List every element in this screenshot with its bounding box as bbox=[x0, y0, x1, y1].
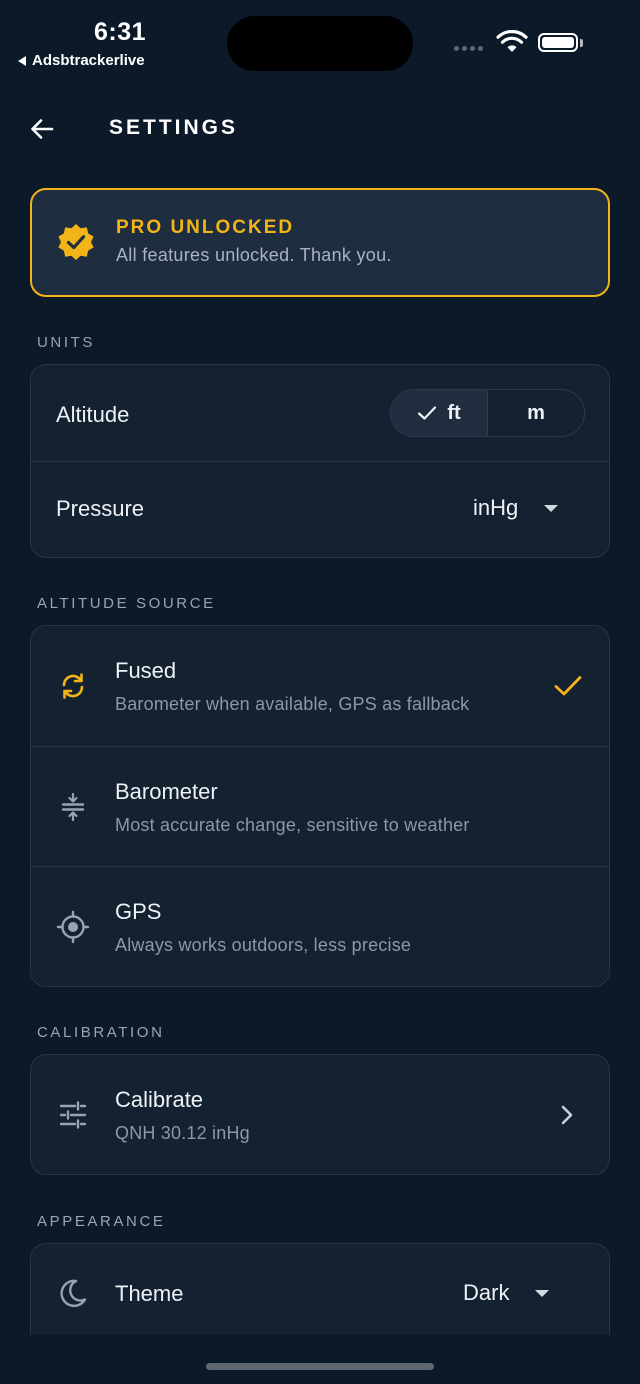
caret-down-icon bbox=[535, 1289, 550, 1297]
fused-title: Fused bbox=[115, 658, 177, 683]
m-label: m bbox=[527, 401, 545, 424]
barometer-subtitle: Most accurate change, sensitive to weath… bbox=[115, 815, 470, 835]
pressure-value: inHg bbox=[473, 495, 519, 520]
pressure-dropdown[interactable]: inHg bbox=[473, 495, 559, 521]
theme-dropdown[interactable]: Dark bbox=[463, 1280, 550, 1306]
back-app-label: Adsbtrackerlive bbox=[32, 52, 145, 69]
source-option-barometer[interactable]: Barometer Most accurate change, sensitiv… bbox=[31, 747, 609, 867]
back-triangle-icon bbox=[18, 55, 26, 66]
verified-badge-icon bbox=[58, 224, 94, 260]
altitude-label: Altitude bbox=[56, 402, 130, 427]
gps-target-icon bbox=[56, 910, 90, 944]
calibration-card: Calibrate QNH 30.12 inHg bbox=[30, 1054, 610, 1175]
section-appearance: APPEARANCE bbox=[37, 1213, 166, 1230]
back-to-app-link[interactable]: Adsbtrackerlive bbox=[18, 52, 145, 69]
battery-cap bbox=[580, 39, 583, 47]
units-card: Altitude ft m Pressure inHg bbox=[30, 364, 610, 558]
pro-title: PRO UNLOCKED bbox=[116, 217, 295, 238]
check-icon bbox=[418, 406, 437, 420]
theme-label: Theme bbox=[115, 1281, 184, 1306]
pro-unlocked-card bbox=[30, 188, 610, 297]
chevron-right-icon bbox=[561, 1105, 573, 1125]
sync-icon bbox=[62, 673, 84, 699]
pressure-row[interactable]: Pressure inHg bbox=[31, 462, 609, 557]
altitude-unit-toggle[interactable]: ft m bbox=[390, 389, 585, 437]
altitude-unit-ft[interactable]: ft bbox=[391, 390, 488, 436]
moon-icon bbox=[60, 1279, 87, 1308]
theme-value: Dark bbox=[463, 1280, 510, 1305]
section-calibration: CALIBRATION bbox=[37, 1024, 165, 1041]
calibrate-title: Calibrate bbox=[115, 1087, 204, 1112]
altitude-source-card: Fused Barometer when available, GPS as f… bbox=[30, 625, 610, 987]
calibrate-row[interactable]: Calibrate QNH 30.12 inHg bbox=[31, 1055, 609, 1174]
dynamic-island bbox=[227, 16, 413, 71]
signal-dots-icon bbox=[454, 46, 483, 51]
ft-label: ft bbox=[447, 401, 461, 424]
calibrate-subtitle: QNH 30.12 inHg bbox=[115, 1123, 250, 1143]
status-time: 6:31 bbox=[94, 18, 147, 46]
wifi-icon bbox=[496, 30, 528, 52]
pressure-label: Pressure bbox=[56, 496, 145, 521]
altitude-row: Altitude ft m bbox=[31, 365, 609, 462]
pro-subtitle: All features unlocked. Thank you. bbox=[116, 245, 392, 265]
tune-sliders-icon bbox=[59, 1101, 87, 1129]
caret-down-icon bbox=[544, 504, 559, 512]
bottom-safe-area bbox=[0, 1335, 640, 1384]
source-option-fused[interactable]: Fused Barometer when available, GPS as f… bbox=[31, 626, 609, 747]
section-altitude-source: ALTITUDE SOURCE bbox=[37, 595, 216, 612]
gps-title: GPS bbox=[115, 899, 162, 924]
compress-icon bbox=[61, 792, 85, 822]
fused-subtitle: Barometer when available, GPS as fallbac… bbox=[115, 694, 470, 714]
barometer-title: Barometer bbox=[115, 779, 218, 804]
selected-check-icon bbox=[554, 676, 582, 696]
source-option-gps[interactable]: GPS Always works outdoors, less precise bbox=[31, 867, 609, 986]
page-title: SETTINGS bbox=[109, 116, 239, 139]
battery-icon bbox=[538, 33, 578, 52]
altitude-unit-m[interactable]: m bbox=[488, 390, 584, 436]
gps-subtitle: Always works outdoors, less precise bbox=[115, 935, 412, 955]
section-units: UNITS bbox=[37, 334, 95, 351]
home-indicator[interactable] bbox=[206, 1363, 434, 1370]
back-arrow-icon[interactable] bbox=[28, 115, 56, 143]
